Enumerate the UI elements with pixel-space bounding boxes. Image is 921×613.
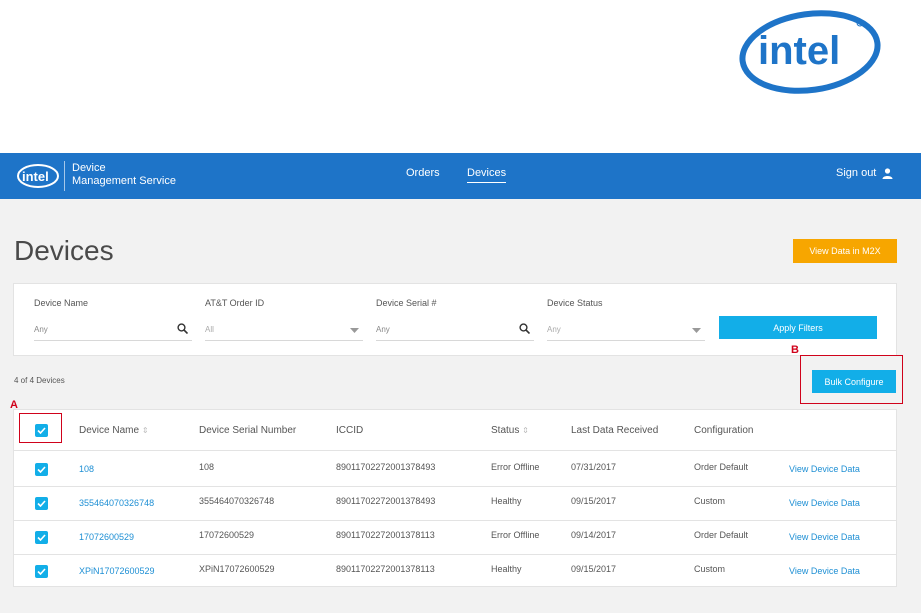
sort-icon[interactable]: ⇕	[142, 426, 149, 435]
chevron-down-icon	[692, 328, 701, 333]
device-configuration: Custom	[694, 496, 726, 506]
main-content: Devices View Data in M2X Device Name Any…	[0, 199, 921, 613]
device-name-input[interactable]: Any	[34, 320, 192, 341]
device-status: Healthy	[491, 564, 522, 574]
order-id-select[interactable]: All	[205, 320, 363, 341]
device-serial: 17072600529	[199, 530, 255, 540]
device-iccid: 89011702272001378113	[336, 564, 435, 574]
view-device-data-link[interactable]: View Device Data	[789, 566, 860, 576]
device-configuration: Order Default	[694, 462, 749, 472]
order-id-value: All	[205, 325, 214, 334]
check-icon	[37, 466, 46, 473]
search-icon[interactable]	[519, 323, 530, 334]
device-name-link[interactable]: 17072600529	[79, 532, 134, 542]
row-checkbox[interactable]	[35, 531, 48, 544]
device-configuration: Custom	[694, 564, 726, 574]
nav-orders[interactable]: Orders	[406, 167, 440, 179]
header-device-name[interactable]: Device Name ⇕	[79, 425, 149, 436]
device-name-link[interactable]: 355464070326748	[79, 498, 154, 508]
intel-logo: intel	[739, 10, 881, 94]
header-status-label: Status	[491, 425, 520, 436]
device-last-data: 09/14/2017	[571, 530, 617, 540]
device-last-data: 09/15/2017	[571, 564, 617, 574]
device-name-value: Any	[34, 325, 48, 334]
table-header: Device Name ⇕ Device Serial Number ICCID…	[14, 410, 896, 451]
navbar: intel Device Management Service Orders D…	[0, 153, 921, 199]
intel-logo-text: intel	[758, 29, 840, 73]
devices-table: Device Name ⇕ Device Serial Number ICCID…	[13, 409, 897, 587]
header-last-data: Last Data Received	[571, 425, 659, 436]
nav-intel-logo-text: intel	[22, 169, 49, 184]
app-title-line1: Device	[72, 162, 106, 174]
header-configuration: Configuration	[694, 425, 754, 436]
view-device-data-link[interactable]: View Device Data	[789, 498, 860, 508]
device-status: Error Offline	[491, 530, 540, 540]
view-data-m2x-button[interactable]: View Data in M2X	[793, 239, 897, 263]
status-label: Device Status	[547, 298, 603, 308]
sign-out-label: Sign out	[836, 167, 877, 179]
check-icon	[37, 427, 46, 434]
view-device-data-link[interactable]: View Device Data	[789, 464, 860, 474]
device-name-link[interactable]: 108	[79, 464, 94, 474]
serial-label: Device Serial #	[376, 298, 437, 308]
order-id-label: AT&T Order ID	[205, 298, 265, 308]
search-icon[interactable]	[177, 323, 188, 334]
nav-intel-logo[interactable]: intel	[16, 161, 60, 191]
check-icon	[37, 568, 46, 575]
device-iccid: 89011702272001378493	[336, 462, 436, 472]
device-name-link[interactable]: XPiN17072600529	[79, 566, 155, 576]
device-serial: 355464070326748	[199, 496, 275, 506]
device-serial: 108	[199, 462, 215, 472]
status-value: Any	[547, 325, 561, 334]
row-checkbox[interactable]	[35, 463, 48, 476]
device-last-data: 07/31/2017	[571, 462, 617, 472]
status-select[interactable]: Any	[547, 320, 705, 341]
device-last-data: 09/15/2017	[571, 496, 617, 506]
app-title-line2: Management Service	[72, 175, 176, 187]
table-row: 108 108 89011702272001378493 Error Offli…	[14, 452, 896, 487]
table-row: 17072600529 17072600529 8901170227200137…	[14, 521, 896, 555]
header-device-name-label: Device Name	[79, 425, 140, 436]
device-iccid: 89011702272001378493	[336, 496, 436, 506]
nav-devices[interactable]: Devices	[467, 167, 507, 183]
bulk-configure-button[interactable]: Bulk Configure	[812, 370, 896, 393]
serial-input[interactable]: Any	[376, 320, 534, 341]
table-row: XPiN17072600529 XPiN17072600529 89011702…	[14, 555, 896, 587]
app-title: Device Management Service	[72, 162, 176, 188]
nav-divider	[64, 161, 65, 191]
device-status: Error Offline	[491, 462, 540, 472]
header-iccid: ICCID	[336, 425, 364, 436]
chevron-down-icon	[350, 328, 359, 333]
page-title: Devices	[14, 235, 114, 266]
device-iccid: 89011702272001378113	[336, 530, 435, 540]
sort-icon[interactable]: ⇕	[522, 426, 529, 435]
view-device-data-link[interactable]: View Device Data	[789, 532, 860, 542]
filter-panel: Device Name Any AT&T Order ID All Device…	[13, 283, 897, 356]
row-checkbox[interactable]	[35, 565, 48, 578]
device-status: Healthy	[491, 496, 522, 506]
serial-value: Any	[376, 325, 390, 334]
device-count: 4 of 4 Devices	[14, 376, 65, 385]
device-serial: XPiN17072600529	[199, 564, 275, 574]
header-status[interactable]: Status ⇕	[491, 425, 529, 436]
header-serial: Device Serial Number	[199, 425, 297, 436]
check-icon	[37, 500, 46, 507]
row-checkbox[interactable]	[35, 497, 48, 510]
device-configuration: Order Default	[694, 530, 749, 540]
apply-filters-button[interactable]: Apply Filters	[719, 316, 877, 339]
user-icon	[882, 167, 893, 179]
table-row: 355464070326748 355464070326748 89011702…	[14, 487, 896, 521]
check-icon	[37, 534, 46, 541]
select-all-checkbox[interactable]	[35, 424, 48, 437]
device-name-label: Device Name	[34, 298, 89, 308]
sign-out-button[interactable]: Sign out	[836, 167, 893, 179]
annotation-marker-b: B	[791, 344, 799, 356]
